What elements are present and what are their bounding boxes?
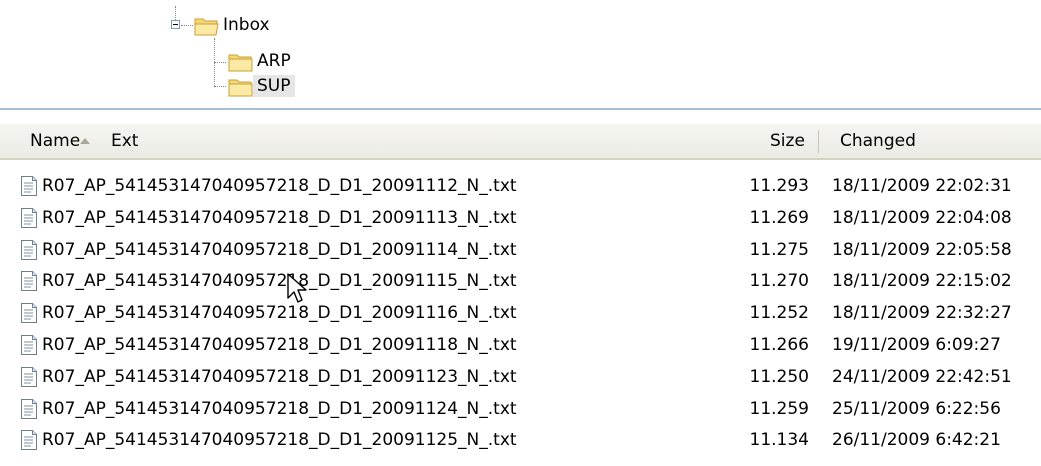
file-size: 11.270 xyxy=(749,271,809,292)
table-row[interactable]: R07_AP_541453147040957218_D_D1_20091123_… xyxy=(0,361,1041,393)
file-name: R07_AP_541453147040957218_D_D1_20091125_… xyxy=(42,430,517,451)
collapse-toggle[interactable] xyxy=(171,20,180,29)
file-size: 11.269 xyxy=(749,207,809,228)
table-row[interactable]: R07_AP_541453147040957218_D_D1_20091115_… xyxy=(0,265,1041,297)
list-header: Name Ext Size Changed xyxy=(0,124,1041,160)
pane-divider[interactable] xyxy=(0,108,1041,110)
file-size: 11.252 xyxy=(749,303,809,324)
tree-connector xyxy=(214,62,226,63)
sort-ascending-icon xyxy=(80,138,90,144)
file-changed: 24/11/2009 22:42:51 xyxy=(832,366,1012,387)
folder-icon xyxy=(228,54,253,72)
tree-item-label: SUP xyxy=(253,75,295,97)
table-row[interactable]: R07_AP_541453147040957218_D_D1_20091118_… xyxy=(0,329,1041,361)
text-file-icon xyxy=(21,176,37,196)
file-name: R07_AP_541453147040957218_D_D1_20091123_… xyxy=(42,366,517,387)
text-file-icon xyxy=(21,207,37,228)
file-list: Name Ext Size Changed R07_AP_54145314704… xyxy=(0,108,1041,466)
file-changed: 18/11/2009 22:32:27 xyxy=(832,303,1012,324)
column-header-name[interactable]: Name xyxy=(30,124,80,158)
file-name: R07_AP_541453147040957218_D_D1_20091113_… xyxy=(42,207,517,228)
open-folder-icon xyxy=(194,18,219,36)
column-resize-handle[interactable] xyxy=(818,130,819,153)
file-size: 11.275 xyxy=(749,239,809,260)
tree-item-label: Inbox xyxy=(223,15,270,35)
file-name: R07_AP_541453147040957218_D_D1_20091124_… xyxy=(42,398,517,419)
file-changed: 18/11/2009 22:02:31 xyxy=(832,176,1012,196)
text-file-icon xyxy=(21,398,37,419)
text-file-icon xyxy=(21,430,37,451)
file-size: 11.134 xyxy=(749,430,809,451)
mouse-cursor-icon xyxy=(287,273,307,303)
file-size: 11.266 xyxy=(749,335,809,355)
file-name: R07_AP_541453147040957218_D_D1_20091115_… xyxy=(42,271,517,292)
file-name: R07_AP_541453147040957218_D_D1_20091112_… xyxy=(42,176,517,196)
folder-icon xyxy=(228,79,253,97)
table-row[interactable]: R07_AP_541453147040957218_D_D1_20091125_… xyxy=(0,424,1041,456)
tree-connector xyxy=(181,25,193,26)
table-row[interactable]: R07_AP_541453147040957218_D_D1_20091112_… xyxy=(0,170,1041,202)
file-changed: 26/11/2009 6:42:21 xyxy=(832,430,1001,451)
file-size: 11.293 xyxy=(749,176,809,196)
tree-item-label: ARP xyxy=(257,51,291,71)
file-size: 11.259 xyxy=(749,398,809,419)
file-name: R07_AP_541453147040957218_D_D1_20091114_… xyxy=(42,239,517,260)
table-row[interactable]: R07_AP_541453147040957218_D_D1_20091114_… xyxy=(0,234,1041,266)
text-file-icon xyxy=(21,366,37,387)
file-changed: 18/11/2009 22:05:58 xyxy=(832,239,1012,260)
table-row[interactable]: R07_AP_541453147040957218_D_D1_20091124_… xyxy=(0,393,1041,425)
table-row[interactable]: R07_AP_541453147040957218_D_D1_20091113_… xyxy=(0,202,1041,234)
text-file-icon xyxy=(21,335,37,355)
file-changed: 18/11/2009 22:15:02 xyxy=(832,271,1012,292)
file-changed: 19/11/2009 6:09:27 xyxy=(832,335,1001,355)
column-header-ext[interactable]: Ext xyxy=(111,124,138,158)
column-header-changed[interactable]: Changed xyxy=(840,124,916,158)
file-name: R07_AP_541453147040957218_D_D1_20091116_… xyxy=(42,303,517,324)
file-size: 11.250 xyxy=(749,366,809,387)
text-file-icon xyxy=(21,239,37,260)
tree-connector xyxy=(175,6,176,20)
folder-tree: Inbox ARP SUP xyxy=(0,0,1041,108)
tree-connector xyxy=(214,86,226,87)
column-header-size[interactable]: Size xyxy=(770,124,805,158)
text-file-icon xyxy=(21,303,37,324)
file-changed: 18/11/2009 22:04:08 xyxy=(832,207,1012,228)
file-name: R07_AP_541453147040957218_D_D1_20091118_… xyxy=(42,335,517,355)
text-file-icon xyxy=(21,271,37,292)
table-row[interactable]: R07_AP_541453147040957218_D_D1_20091116_… xyxy=(0,297,1041,329)
file-changed: 25/11/2009 6:22:56 xyxy=(832,398,1001,419)
